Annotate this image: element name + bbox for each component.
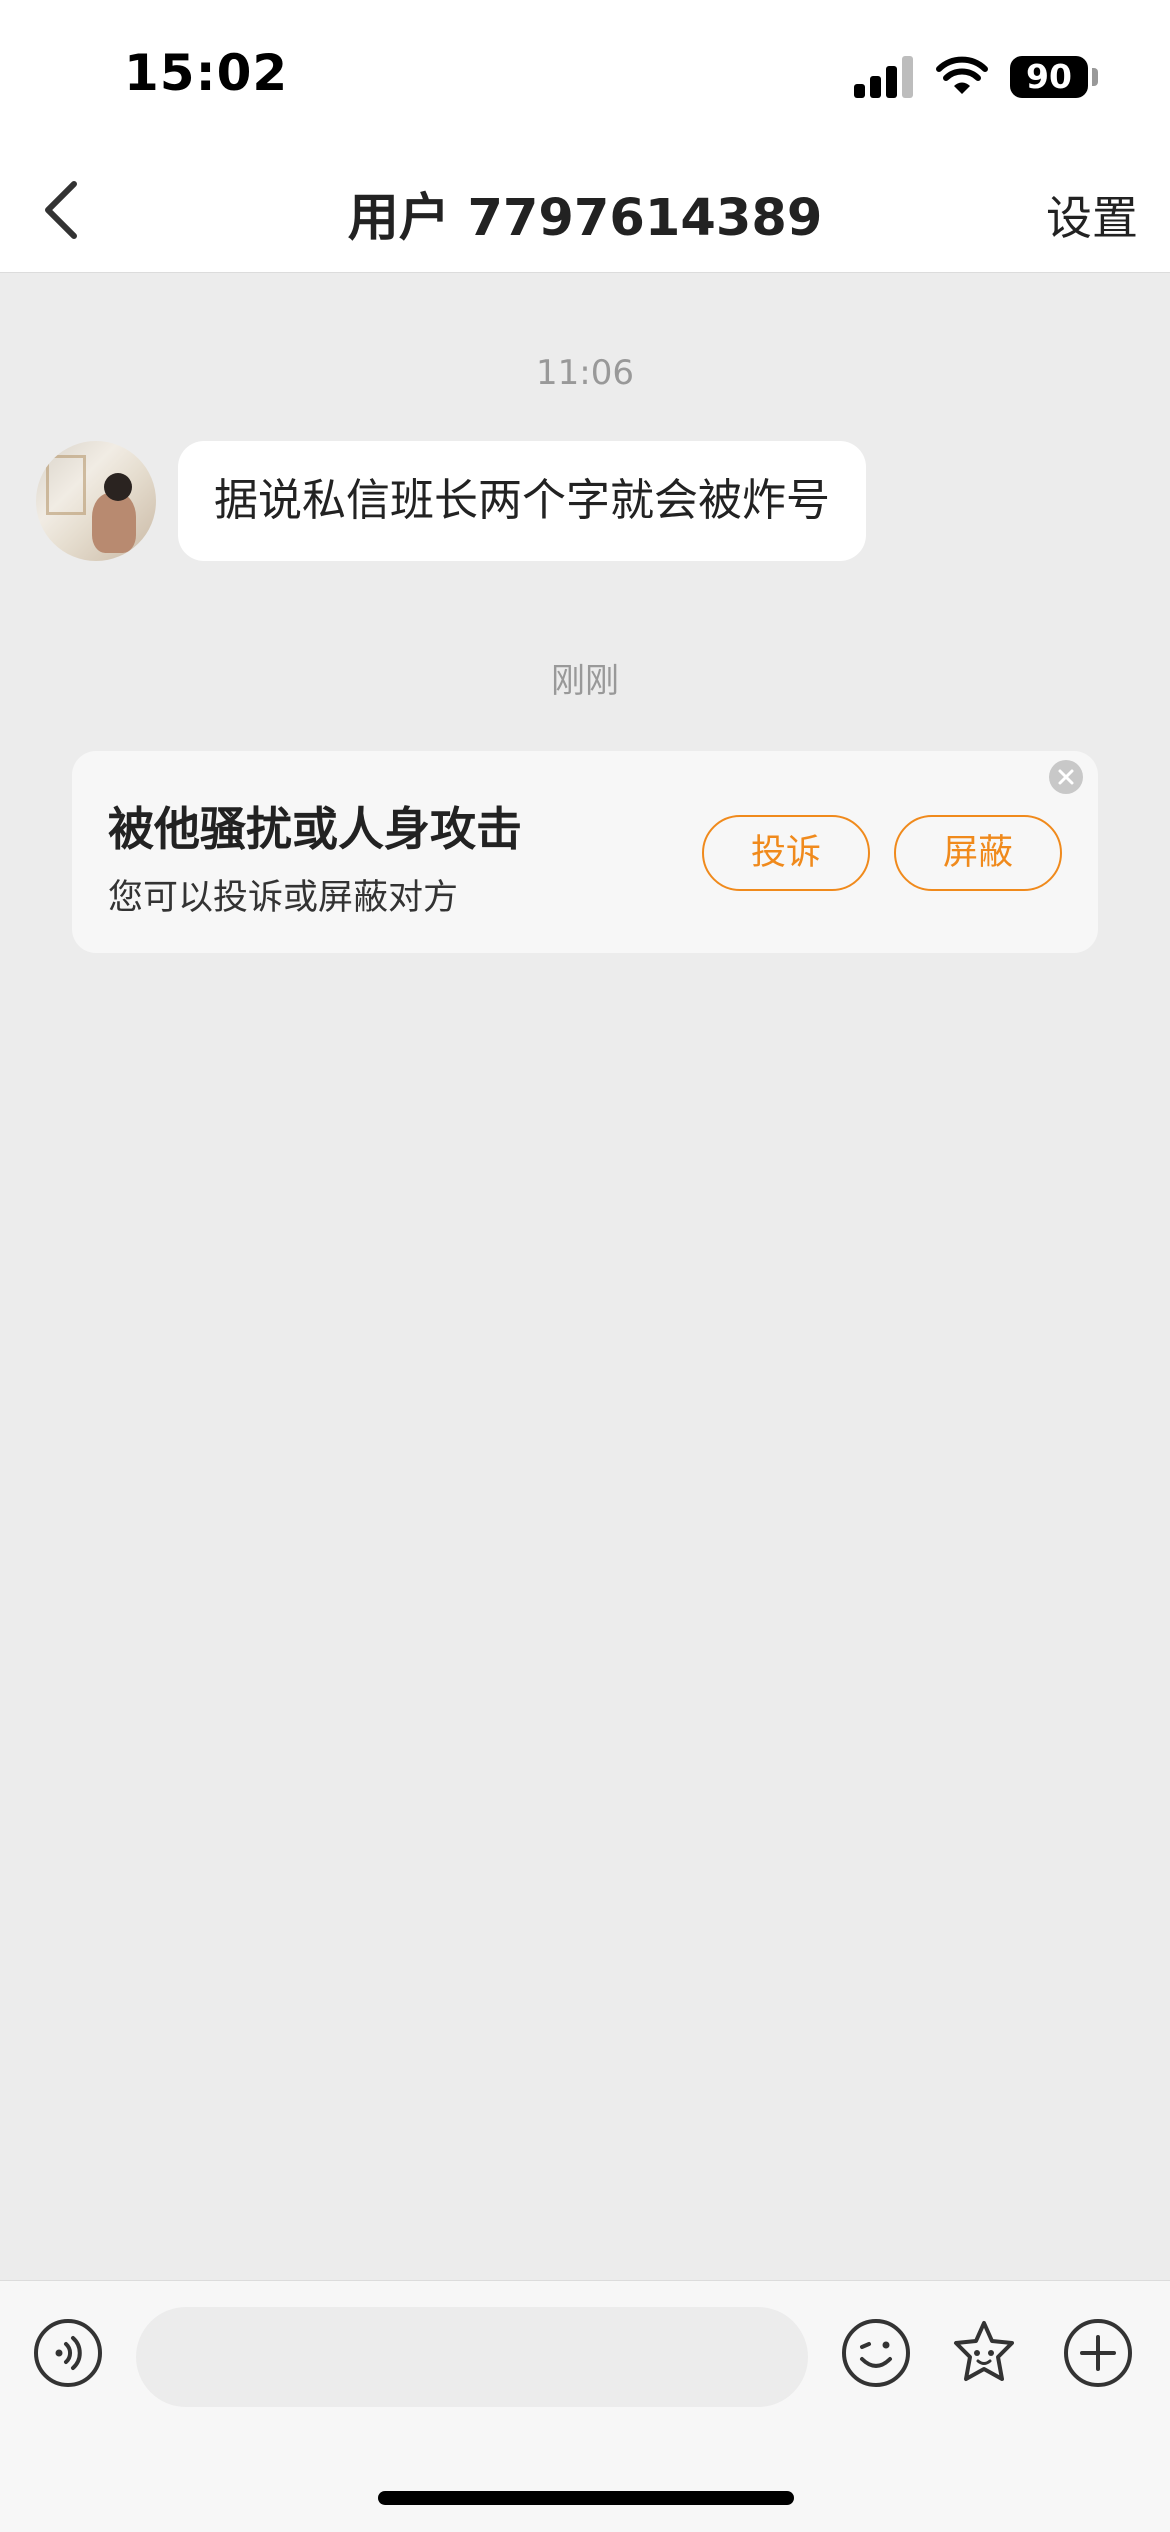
nav-bar: 用户 7797614389 设置 xyxy=(0,150,1170,273)
home-indicator xyxy=(378,2491,794,2505)
signal-icon xyxy=(854,56,913,98)
battery-tip xyxy=(1092,68,1098,86)
battery-icon: 90 xyxy=(1010,56,1088,98)
message-timestamp: 11:06 xyxy=(536,353,634,393)
report-button[interactable]: 投诉 xyxy=(702,815,870,891)
status-bar: 15:02 90 xyxy=(0,0,1170,150)
avatar-photo-detail xyxy=(46,455,86,515)
wifi-icon xyxy=(936,56,988,94)
block-button[interactable]: 屏蔽 xyxy=(894,815,1062,891)
avatar-photo-detail xyxy=(92,493,136,553)
voice-icon[interactable] xyxy=(32,2317,104,2389)
chat-area[interactable]: 11:06 据说私信班长两个字就会被炸号 刚刚 被他骚扰或人身攻击 您可以投诉或… xyxy=(0,273,1170,2280)
message-timestamp: 刚刚 xyxy=(551,661,619,701)
harassment-warning-card: 被他骚扰或人身攻击 您可以投诉或屏蔽对方 投诉 屏蔽 xyxy=(72,751,1098,953)
page-title: 用户 7797614389 xyxy=(347,189,823,248)
warning-subtitle: 您可以投诉或屏蔽对方 xyxy=(108,878,459,918)
message-bubble[interactable]: 据说私信班长两个字就会被炸号 xyxy=(178,441,866,561)
input-bar xyxy=(0,2280,1170,2532)
close-icon[interactable] xyxy=(1048,759,1084,795)
sticker-star-icon[interactable] xyxy=(948,2317,1020,2389)
warning-title: 被他骚扰或人身攻击 xyxy=(108,802,522,856)
emoji-icon[interactable] xyxy=(840,2317,912,2389)
avatar-photo-detail xyxy=(104,473,132,501)
settings-button[interactable]: 设置 xyxy=(1046,182,1138,248)
message-input[interactable] xyxy=(136,2307,808,2407)
plus-icon[interactable] xyxy=(1062,2317,1134,2389)
avatar[interactable] xyxy=(36,441,156,561)
back-chevron-icon[interactable] xyxy=(26,170,106,250)
status-time: 15:02 xyxy=(124,44,289,102)
